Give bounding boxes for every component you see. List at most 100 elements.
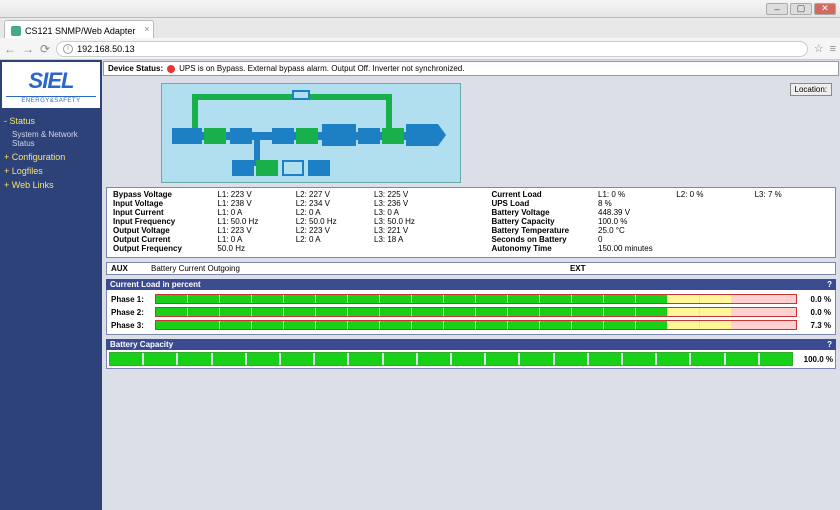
- tab-close-icon[interactable]: ×: [144, 24, 149, 34]
- metric-l1: L1: 0 A: [215, 235, 293, 244]
- sidebar: SIEL ENERGY&SAFETY - Status System & Net…: [0, 60, 102, 510]
- help-icon[interactable]: ?: [827, 340, 832, 349]
- bookmark-star-icon[interactable]: ☆: [814, 42, 824, 55]
- metric-l2: L2: 234 V: [294, 199, 372, 208]
- ext-label: EXT: [570, 264, 610, 273]
- metric-value: [674, 217, 752, 226]
- nav-forward-icon[interactable]: →: [22, 42, 34, 56]
- metric-value: [674, 208, 752, 217]
- metric-value: [753, 235, 831, 244]
- metric-l1: 50.0 Hz: [215, 244, 293, 253]
- load-title: Current Load in percent: [110, 280, 201, 289]
- metric-value: [674, 235, 752, 244]
- metrics-row: Output Frequency50.0 HzAutonomy Time150.…: [111, 244, 831, 253]
- metric-value: L2: 0 %: [674, 190, 752, 199]
- metric-value: 0: [596, 235, 674, 244]
- metric-value: 8 %: [596, 199, 674, 208]
- metric-l1: L1: 0 A: [215, 208, 293, 217]
- window-close-button[interactable]: ✕: [814, 3, 836, 15]
- aux-row: AUX Battery Current Outgoing EXT: [106, 262, 836, 275]
- metric-value: L1: 0 %: [596, 190, 674, 199]
- sidebar-item-logfiles[interactable]: + Logfiles: [4, 164, 98, 178]
- metric-l3: L3: 225 V: [372, 190, 450, 199]
- metric-value: [753, 208, 831, 217]
- metric-value: 25.0 °C: [596, 226, 674, 235]
- brand-tagline: ENERGY&SAFETY: [6, 96, 96, 104]
- metric-label: Battery Capacity: [489, 217, 596, 226]
- brand-logo: SIEL ENERGY&SAFETY: [2, 62, 100, 108]
- tab-favicon: [11, 26, 21, 36]
- sidebar-item-system-network[interactable]: System & Network Status: [4, 128, 98, 150]
- aux-value: Battery Current Outgoing: [151, 264, 240, 273]
- window-titlebar: – ▢ ✕: [0, 0, 840, 18]
- brand-name: SIEL: [6, 68, 96, 94]
- metric-label: Input Frequency: [111, 217, 215, 226]
- metric-value: [674, 244, 752, 253]
- window-minimize-button[interactable]: –: [766, 3, 788, 15]
- browser-tab[interactable]: CS121 SNMP/Web Adapter ×: [4, 20, 154, 38]
- metrics-row: Input CurrentL1: 0 AL2: 0 AL3: 0 A Batter…: [111, 208, 831, 217]
- metric-l3: [372, 244, 450, 253]
- load-bar: [155, 307, 797, 317]
- metric-l1: L1: 223 V: [215, 190, 293, 199]
- metric-value: [753, 244, 831, 253]
- metric-l1: L1: 223 V: [215, 226, 293, 235]
- device-status-text: UPS is on Bypass. External bypass alarm.…: [179, 64, 464, 73]
- metric-label: Bypass Voltage: [111, 190, 215, 199]
- metric-l2: L2: 50.0 Hz: [294, 217, 372, 226]
- metric-label: Input Current: [111, 208, 215, 217]
- metric-l3: L3: 18 A: [372, 235, 450, 244]
- phase-value: 7.3 %: [797, 321, 833, 330]
- sidebar-item-weblinks[interactable]: + Web Links: [4, 178, 98, 192]
- device-status-label: Device Status:: [108, 64, 163, 73]
- metric-label: Current Load: [489, 190, 596, 199]
- nav-back-icon[interactable]: ←: [4, 42, 16, 56]
- metrics-row: Input FrequencyL1: 50.0 HzL2: 50.0 HzL3:…: [111, 217, 831, 226]
- metric-l2: L2: 227 V: [294, 190, 372, 199]
- load-phase-row: Phase 2: 0.0 %: [109, 306, 833, 318]
- phase-value: 0.0 %: [797, 308, 833, 317]
- window-maximize-button[interactable]: ▢: [790, 3, 812, 15]
- metrics-row: Output VoltageL1: 223 VL2: 223 VL3: 221 …: [111, 226, 831, 235]
- metric-l3: L3: 50.0 Hz: [372, 217, 450, 226]
- metric-value: [674, 226, 752, 235]
- browser-tabstrip: CS121 SNMP/Web Adapter ×: [0, 18, 840, 38]
- load-phase-row: Phase 3: 7.3 %: [109, 319, 833, 331]
- sidebar-item-status[interactable]: - Status: [4, 114, 98, 128]
- aux-label: AUX: [111, 264, 151, 273]
- location-button[interactable]: Location:: [790, 83, 832, 96]
- metric-value: [753, 199, 831, 208]
- sidebar-item-configuration[interactable]: + Configuration: [4, 150, 98, 164]
- metric-label: UPS Load: [489, 199, 596, 208]
- metric-l1: L1: 238 V: [215, 199, 293, 208]
- metrics-row: Input VoltageL1: 238 VL2: 234 VL3: 236 V…: [111, 199, 831, 208]
- metrics-row: Bypass VoltageL1: 223 VL2: 227 VL3: 225 …: [111, 190, 831, 199]
- metric-l3: L3: 236 V: [372, 199, 450, 208]
- metric-label: Autonomy Time: [489, 244, 596, 253]
- metric-label: Input Voltage: [111, 199, 215, 208]
- nav-reload-icon[interactable]: ⟳: [40, 42, 50, 56]
- metric-value: [753, 226, 831, 235]
- metric-l1: L1: 50.0 Hz: [215, 217, 293, 226]
- metrics-grid: Bypass VoltageL1: 223 VL2: 227 VL3: 225 …: [106, 187, 836, 258]
- tab-title: CS121 SNMP/Web Adapter: [25, 26, 135, 36]
- battery-capacity-value: 100.0 %: [793, 355, 833, 364]
- device-status-bar: Device Status: UPS is on Bypass. Externa…: [103, 61, 839, 76]
- sidebar-nav: - Status System & Network Status + Confi…: [0, 110, 102, 196]
- metric-l3: L3: 0 A: [372, 208, 450, 217]
- metric-l3: L3: 221 V: [372, 226, 450, 235]
- battery-capacity-bar: [109, 352, 793, 366]
- metric-label: Output Current: [111, 235, 215, 244]
- address-bar[interactable]: i 192.168.50.13: [56, 41, 808, 57]
- metric-l2: L2: 0 A: [294, 235, 372, 244]
- site-info-icon[interactable]: i: [63, 44, 73, 54]
- phase-label: Phase 2:: [109, 308, 155, 317]
- browser-menu-icon[interactable]: ≡: [830, 43, 836, 55]
- metric-label: Battery Voltage: [489, 208, 596, 217]
- status-alert-icon: [167, 65, 175, 73]
- main-content: Device Status: UPS is on Bypass. Externa…: [102, 60, 840, 510]
- phase-label: Phase 3:: [109, 321, 155, 330]
- help-icon[interactable]: ?: [827, 280, 832, 289]
- ups-flow-diagram: [161, 83, 461, 183]
- metric-l2: L2: 0 A: [294, 208, 372, 217]
